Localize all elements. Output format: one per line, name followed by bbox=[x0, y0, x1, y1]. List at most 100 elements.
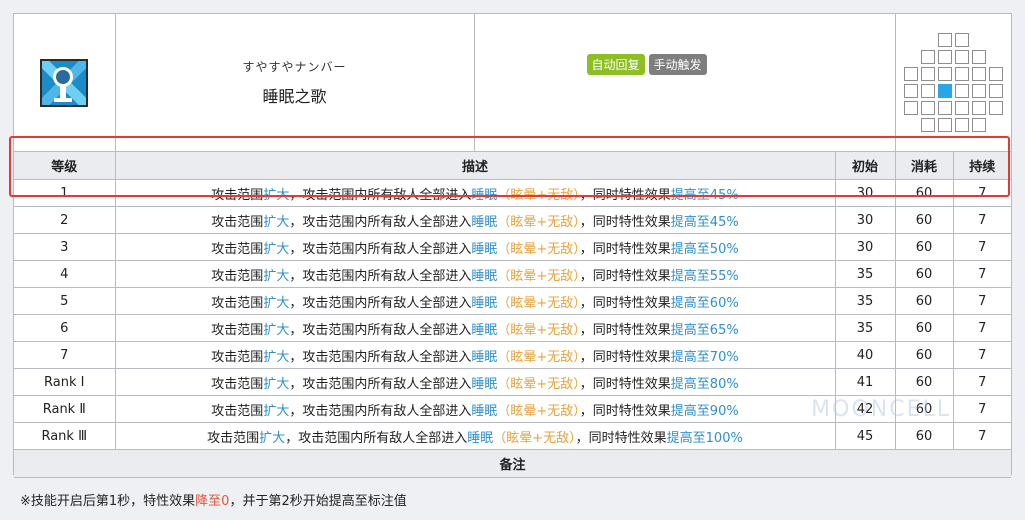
desc-value: 90% bbox=[710, 404, 739, 419]
desc-all-enemies: ，攻击范围内所有敌人全部进入 bbox=[289, 296, 471, 311]
row-description: 攻击范围扩大，攻击范围内所有敌人全部进入睡眠（眩晕+无敌），同时特性效果提高至5… bbox=[115, 234, 835, 261]
header-cost: 消耗 bbox=[895, 152, 953, 180]
header-duration: 持续 bbox=[953, 152, 1011, 180]
desc-range: 攻击范围 bbox=[211, 188, 263, 203]
row-level: Rank Ⅲ bbox=[14, 423, 115, 450]
row-level: 6 bbox=[14, 315, 115, 342]
desc-all-enemies: ，攻击范围内所有敌人全部进入 bbox=[289, 350, 471, 365]
desc-expand: 扩大 bbox=[263, 323, 289, 338]
desc-value: 45% bbox=[710, 215, 739, 230]
notes-text-after: ，并于第2秒开始提高至标注值 bbox=[229, 494, 406, 509]
tag-auto-recovery: 自动回复 bbox=[587, 54, 645, 75]
range-cell bbox=[972, 101, 986, 115]
desc-range: 攻击范围 bbox=[211, 323, 263, 338]
row-duration: 7 bbox=[953, 342, 1011, 369]
row-description: 攻击范围扩大，攻击范围内所有敌人全部进入睡眠（眩晕+无敌），同时特性效果提高至4… bbox=[115, 207, 835, 234]
row-duration: 7 bbox=[953, 180, 1011, 207]
desc-value: 60% bbox=[710, 296, 739, 311]
range-cell bbox=[955, 101, 969, 115]
desc-range: 攻击范围 bbox=[211, 404, 263, 419]
desc-trait: ，同时特性效果 bbox=[580, 296, 671, 311]
desc-value: 65% bbox=[710, 323, 739, 338]
desc-range: 攻击范围 bbox=[211, 377, 263, 392]
table-row: 7攻击范围扩大，攻击范围内所有敌人全部进入睡眠（眩晕+无敌），同时特性效果提高至… bbox=[14, 342, 1011, 369]
desc-raise-to: 提高至 bbox=[671, 350, 710, 365]
notes-row: ※技能开启后第1秒，特性效果降至0，并于第2秒开始提高至标注值 bbox=[14, 478, 1011, 520]
table-header-row: 等级 描述 初始 消耗 持续 bbox=[14, 152, 1011, 180]
desc-sleep: 睡眠 bbox=[471, 404, 497, 419]
notes-text-before: ※技能开启后第1秒，特性效果 bbox=[20, 494, 195, 509]
row-level: 2 bbox=[14, 207, 115, 234]
desc-trait: ，同时特性效果 bbox=[580, 404, 671, 419]
row-cost: 60 bbox=[895, 315, 953, 342]
skill-subname: すやすやナンバー bbox=[116, 58, 474, 75]
range-cell bbox=[904, 84, 918, 98]
desc-stun-invincible: （眩晕+无敌） bbox=[497, 404, 579, 419]
notes-text-highlight: 降至0 bbox=[195, 494, 229, 509]
row-cost: 60 bbox=[895, 342, 953, 369]
row-level: 1 bbox=[14, 180, 115, 207]
notes-text: ※技能开启后第1秒，特性效果降至0，并于第2秒开始提高至标注值 bbox=[14, 478, 1011, 520]
header-initial: 初始 bbox=[835, 152, 895, 180]
skill-name: 睡眠之歌 bbox=[116, 83, 474, 107]
desc-value: 100% bbox=[706, 431, 743, 446]
header-description: 描述 bbox=[115, 152, 835, 180]
desc-value: 70% bbox=[710, 350, 739, 365]
row-level: Rank Ⅱ bbox=[14, 396, 115, 423]
desc-trait: ，同时特性效果 bbox=[580, 350, 671, 365]
desc-value: 80% bbox=[710, 377, 739, 392]
desc-raise-to: 提高至 bbox=[671, 377, 710, 392]
desc-range: 攻击范围 bbox=[211, 296, 263, 311]
range-cell bbox=[972, 67, 986, 81]
range-cell bbox=[938, 50, 952, 64]
watermark: MOONCELL bbox=[811, 397, 951, 422]
row-description: 攻击范围扩大，攻击范围内所有敌人全部进入睡眠（眩晕+无敌），同时特性效果提高至4… bbox=[115, 180, 835, 207]
row-level: 3 bbox=[14, 234, 115, 261]
row-initial: 35 bbox=[835, 288, 895, 315]
desc-trait: ，同时特性效果 bbox=[580, 215, 671, 230]
desc-sleep: 睡眠 bbox=[471, 350, 497, 365]
desc-raise-to: 提高至 bbox=[667, 431, 706, 446]
desc-raise-to: 提高至 bbox=[671, 215, 710, 230]
row-duration: 7 bbox=[953, 288, 1011, 315]
tag-manual-trigger: 手动触发 bbox=[649, 54, 707, 75]
row-level: 5 bbox=[14, 288, 115, 315]
desc-trait: ，同时特性效果 bbox=[580, 269, 671, 284]
desc-range: 攻击范围 bbox=[207, 431, 259, 446]
desc-stun-invincible: （眩晕+无敌） bbox=[497, 215, 579, 230]
desc-stun-invincible: （眩晕+无敌） bbox=[497, 323, 579, 338]
row-description: 攻击范围扩大，攻击范围内所有敌人全部进入睡眠（眩晕+无敌），同时特性效果提高至9… bbox=[115, 396, 835, 423]
skill-name-cell: すやすやナンバー 睡眠之歌 bbox=[115, 14, 474, 152]
desc-all-enemies: ，攻击范围内所有敌人全部进入 bbox=[289, 242, 471, 257]
desc-raise-to: 提高至 bbox=[671, 269, 710, 284]
range-cell bbox=[921, 50, 935, 64]
desc-expand: 扩大 bbox=[263, 188, 289, 203]
row-cost: 60 bbox=[895, 288, 953, 315]
desc-sleep: 睡眠 bbox=[467, 431, 493, 446]
row-description: 攻击范围扩大，攻击范围内所有敌人全部进入睡眠（眩晕+无敌），同时特性效果提高至1… bbox=[115, 423, 835, 450]
row-description: 攻击范围扩大，攻击范围内所有敌人全部进入睡眠（眩晕+无敌），同时特性效果提高至8… bbox=[115, 369, 835, 396]
desc-value: 55% bbox=[710, 269, 739, 284]
row-initial: 35 bbox=[835, 315, 895, 342]
range-cell bbox=[904, 101, 918, 115]
row-duration: 7 bbox=[953, 396, 1011, 423]
range-cell bbox=[972, 84, 986, 98]
desc-all-enemies: ，攻击范围内所有敌人全部进入 bbox=[289, 323, 471, 338]
row-initial: 45 bbox=[835, 423, 895, 450]
skill-header-row: すやすやナンバー 睡眠之歌 自动回复手动触发 bbox=[14, 14, 1011, 152]
range-cell bbox=[989, 67, 1003, 81]
desc-sleep: 睡眠 bbox=[471, 215, 497, 230]
row-cost: 60 bbox=[895, 180, 953, 207]
range-cell bbox=[921, 101, 935, 115]
range-cell bbox=[921, 84, 935, 98]
row-level: 4 bbox=[14, 261, 115, 288]
row-cost: 60 bbox=[895, 261, 953, 288]
desc-expand: 扩大 bbox=[263, 350, 289, 365]
desc-all-enemies: ，攻击范围内所有敌人全部进入 bbox=[289, 269, 471, 284]
desc-expand: 扩大 bbox=[263, 269, 289, 284]
desc-sleep: 睡眠 bbox=[471, 323, 497, 338]
range-cell bbox=[955, 84, 969, 98]
desc-stun-invincible: （眩晕+无敌） bbox=[497, 269, 579, 284]
desc-expand: 扩大 bbox=[263, 215, 289, 230]
desc-expand: 扩大 bbox=[263, 242, 289, 257]
